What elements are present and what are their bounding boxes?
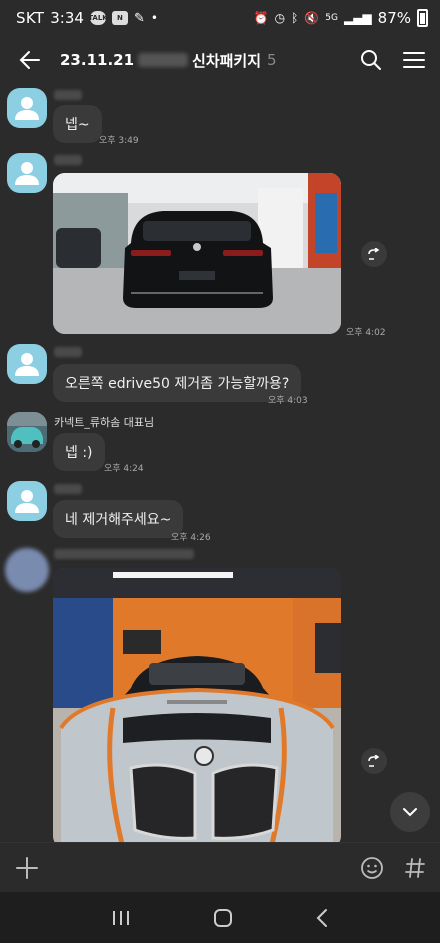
share-button[interactable] [361, 241, 387, 267]
home-icon[interactable] [213, 908, 233, 928]
chat-title[interactable]: 23.11.21 신차패키지 5 [60, 50, 277, 71]
sender-name: 카넥트_류하솜 대표님 [54, 416, 155, 429]
clock-icon: ◷ [274, 11, 286, 25]
photo-car-rear[interactable] [53, 173, 341, 334]
photo-car-front[interactable] [53, 568, 341, 842]
sender-name-blurred [54, 484, 82, 494]
signal-icon: ▂▄▆ [343, 11, 372, 25]
attach-button[interactable] [14, 855, 40, 881]
avatar[interactable] [7, 481, 47, 521]
sender-name-blurred [54, 549, 194, 559]
news-icon: N [111, 11, 128, 25]
avatar-photo[interactable] [7, 412, 47, 452]
chat-area[interactable]: 넵~ 오후 3:49 오후 4:02 오른쪽 edrive50 제거좀 가능할까… [0, 84, 440, 842]
emoticon-icon[interactable] [360, 856, 384, 880]
scroll-to-bottom-button[interactable] [390, 792, 430, 832]
system-nav-bar [0, 892, 440, 943]
pin-icon: ✎ [133, 10, 145, 26]
avatar[interactable] [7, 344, 47, 384]
message-bubble[interactable]: 넵~ [53, 105, 102, 143]
plus-icon [16, 856, 38, 879]
status-bar: SKT 3:34 TALK N ✎ • ⏰ ◷ ᛒ 🔇 5G ▂▄▆ 87% [0, 0, 440, 36]
network-5g-icon: 5G [325, 13, 338, 23]
recent-apps-icon[interactable] [111, 909, 131, 927]
chat-title-date: 23.11.21 [60, 51, 135, 69]
back-nav-icon[interactable] [315, 908, 329, 928]
bluetooth-icon: ᛒ [291, 11, 299, 25]
share-icon [368, 248, 380, 260]
mute-icon: 🔇 [304, 11, 320, 25]
back-button[interactable] [14, 44, 46, 76]
message-input[interactable] [40, 850, 360, 886]
arrow-left-icon [19, 51, 40, 69]
message-time: 오후 4:02 [346, 328, 386, 338]
alarm-icon: ⏰ [253, 11, 269, 25]
avatar[interactable] [7, 88, 47, 128]
battery-percent: 87% [377, 9, 411, 27]
menu-icon[interactable] [402, 50, 426, 70]
avatar-blurred[interactable] [5, 548, 49, 592]
message-time: 오후 3:49 [99, 136, 139, 146]
message-bubble[interactable]: 넵 :) [53, 433, 105, 471]
battery-icon [417, 9, 428, 27]
hashtag-icon[interactable] [404, 857, 426, 879]
message-time: 오후 4:03 [268, 396, 308, 406]
share-button[interactable] [361, 748, 387, 774]
talk-icon: TALK [88, 11, 108, 25]
carrier-label: SKT [16, 9, 45, 27]
message-bubble[interactable]: 네 제거해주세요~ [53, 500, 184, 538]
chat-header: 23.11.21 신차패키지 5 [0, 36, 440, 84]
sender-name-blurred [54, 155, 82, 165]
message-input-bar [0, 842, 440, 892]
share-icon [368, 755, 380, 767]
message-bubble[interactable]: 오른쪽 edrive50 제거좀 가능할까용? [53, 364, 302, 402]
chat-title-name: 신차패키지 [192, 51, 262, 70]
blurred-title-text [138, 53, 189, 67]
message-time: 오후 4:26 [171, 533, 211, 543]
sender-name-blurred [54, 347, 82, 357]
message-time: 오후 4:24 [104, 464, 144, 474]
member-count: 5 [267, 51, 277, 69]
clock: 3:34 [50, 9, 84, 27]
avatar[interactable] [7, 153, 47, 193]
chevron-down-icon [403, 808, 417, 817]
search-icon[interactable] [360, 49, 382, 71]
more-notifications-icon: • [150, 11, 158, 25]
sender-name-blurred [54, 90, 82, 100]
